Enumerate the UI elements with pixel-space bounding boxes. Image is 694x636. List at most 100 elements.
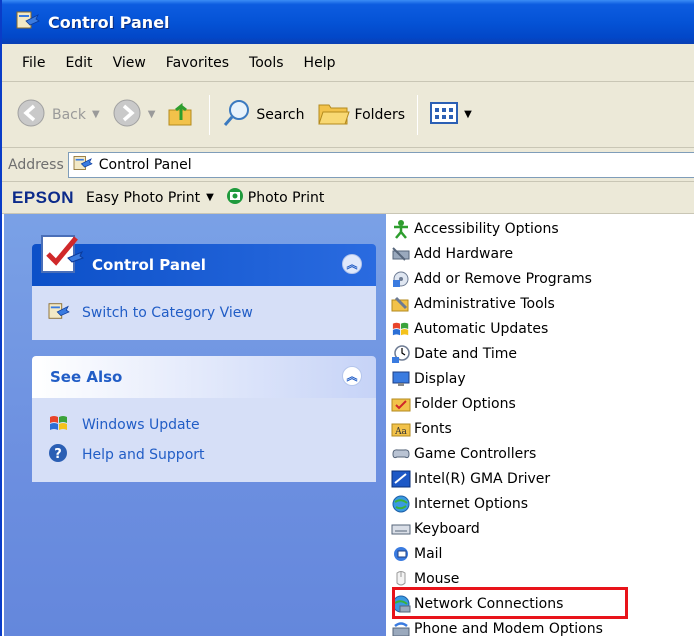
intel-gma-icon xyxy=(390,469,412,489)
switch-view-label: Switch to Category View xyxy=(82,305,253,321)
control-panel-icon xyxy=(16,9,40,35)
address-bar: Address Control Panel xyxy=(2,148,694,182)
control-panel-window: Control Panel File Edit View Favorites T… xyxy=(0,0,694,636)
item-label: Phone and Modem Options xyxy=(414,620,603,636)
folder-options-icon xyxy=(390,394,412,414)
photo-print-button[interactable]: Photo Print xyxy=(226,187,325,209)
back-arrow-icon xyxy=(16,98,46,132)
list-item[interactable]: Aa Fonts xyxy=(390,416,452,441)
title-bar[interactable]: Control Panel xyxy=(2,0,694,44)
item-label: Add Hardware xyxy=(414,245,514,262)
forward-dropdown-icon[interactable]: ▼ xyxy=(148,109,156,120)
control-panel-panel: Control Panel ︽ Switch to Category View xyxy=(32,235,376,340)
list-item[interactable]: Game Controllers xyxy=(390,441,536,466)
search-icon xyxy=(222,98,252,132)
item-label: Automatic Updates xyxy=(414,320,549,337)
control-panel-panel-body: Switch to Category View xyxy=(32,286,376,340)
windows-update-link[interactable]: Windows Update xyxy=(48,410,360,440)
menu-file[interactable]: File xyxy=(12,55,55,71)
list-item[interactable]: Administrative Tools xyxy=(390,291,555,316)
svg-text:Aa: Aa xyxy=(394,427,407,437)
item-label: Keyboard xyxy=(414,520,480,537)
back-dropdown-icon[interactable]: ▼ xyxy=(92,109,100,120)
switch-to-category-view-link[interactable]: Switch to Category View xyxy=(48,298,360,328)
window-title: Control Panel xyxy=(48,12,170,32)
fonts-icon: Aa xyxy=(390,419,412,439)
toolbar-separator xyxy=(417,94,419,135)
back-button[interactable]: Back ▼ xyxy=(10,93,106,137)
epson-logo: EPSON xyxy=(12,187,75,207)
photo-print-label: Photo Print xyxy=(247,189,325,206)
list-item[interactable]: Add Hardware xyxy=(390,241,513,266)
up-button[interactable] xyxy=(161,93,203,137)
menu-edit[interactable]: Edit xyxy=(55,55,102,71)
list-item[interactable]: Display xyxy=(390,366,466,391)
list-item[interactable]: Keyboard xyxy=(390,516,480,541)
back-label: Back xyxy=(52,106,86,123)
list-item[interactable]: Date and Time xyxy=(390,341,517,366)
see-also-panel-body: Windows Update ? Help and Support xyxy=(32,398,376,482)
up-folder-icon xyxy=(167,98,197,132)
forward-arrow-icon xyxy=(112,98,142,132)
item-label: Fonts xyxy=(414,420,452,437)
search-button[interactable]: Search xyxy=(216,93,310,137)
keyboard-icon xyxy=(390,519,412,539)
menu-tools[interactable]: Tools xyxy=(239,55,294,71)
menu-bar: File Edit View Favorites Tools Help xyxy=(2,44,694,82)
see-also-panel-header[interactable]: See Also ︽ xyxy=(32,356,376,398)
views-button[interactable]: ▼ xyxy=(424,93,478,137)
control-panel-panel-header[interactable]: Control Panel ︽ xyxy=(32,235,376,286)
list-item[interactable]: Add or Remove Programs xyxy=(390,266,592,291)
collapse-chevron-icon[interactable]: ︽ xyxy=(342,366,362,386)
administrative-tools-icon xyxy=(390,294,412,314)
item-label: Date and Time xyxy=(414,345,517,362)
windows-update-label: Windows Update xyxy=(82,417,200,433)
views-icon xyxy=(430,101,459,129)
list-item[interactable]: Mail xyxy=(390,541,442,566)
help-and-support-link[interactable]: ? Help and Support xyxy=(48,440,360,470)
list-item[interactable]: Accessibility Options xyxy=(390,216,559,241)
menu-help[interactable]: Help xyxy=(294,55,346,71)
list-item[interactable]: Automatic Updates xyxy=(390,316,548,341)
category-view-icon xyxy=(48,301,70,325)
list-item[interactable]: Intel(R) GMA Driver xyxy=(390,466,550,491)
item-label: Administrative Tools xyxy=(414,295,555,312)
list-item[interactable]: Phone and Modem Options xyxy=(390,616,603,636)
control-panel-items: Accessibility Options Add Hardware Add o… xyxy=(386,214,694,636)
see-also-panel: See Also ︽ Windows Update ? Help and Sup… xyxy=(32,356,376,482)
help-support-label: Help and Support xyxy=(82,447,205,463)
easy-photo-print-button[interactable]: Easy Photo Print ▼ xyxy=(86,190,214,206)
help-icon: ? xyxy=(48,443,70,467)
mouse-icon xyxy=(390,569,412,589)
address-input[interactable]: Control Panel xyxy=(67,151,694,178)
item-label: Accessibility Options xyxy=(414,220,559,237)
menu-favorites[interactable]: Favorites xyxy=(156,55,239,71)
automatic-updates-icon xyxy=(390,319,412,339)
item-label: Folder Options xyxy=(414,395,516,412)
views-dropdown-icon[interactable]: ▼ xyxy=(464,109,472,120)
windows-update-icon xyxy=(48,413,70,437)
address-label: Address xyxy=(8,156,64,173)
phone-modem-icon xyxy=(390,619,412,636)
folders-button[interactable]: Folders xyxy=(311,93,412,137)
game-controllers-icon xyxy=(390,444,412,464)
item-label: Internet Options xyxy=(414,495,529,512)
control-panel-icon xyxy=(73,154,93,176)
item-label: Intel(R) GMA Driver xyxy=(414,470,551,487)
add-remove-programs-icon xyxy=(390,269,412,289)
folders-label: Folders xyxy=(354,106,406,123)
date-time-icon xyxy=(390,344,412,364)
list-item[interactable]: Internet Options xyxy=(390,491,528,516)
list-item[interactable]: Folder Options xyxy=(390,391,516,416)
item-label: Add or Remove Programs xyxy=(414,270,592,287)
chevron-down-icon: ▼ xyxy=(206,192,214,203)
folders-icon xyxy=(317,99,351,131)
internet-options-icon xyxy=(390,494,412,514)
menu-view[interactable]: View xyxy=(103,55,156,71)
toolbar-separator xyxy=(209,94,211,135)
collapse-chevron-icon[interactable]: ︽ xyxy=(342,254,362,274)
control-panel-checkmark-icon xyxy=(38,232,85,280)
easy-photo-print-label: Easy Photo Print xyxy=(86,189,201,206)
forward-button[interactable]: ▼ xyxy=(106,93,162,137)
mail-icon xyxy=(390,544,412,564)
